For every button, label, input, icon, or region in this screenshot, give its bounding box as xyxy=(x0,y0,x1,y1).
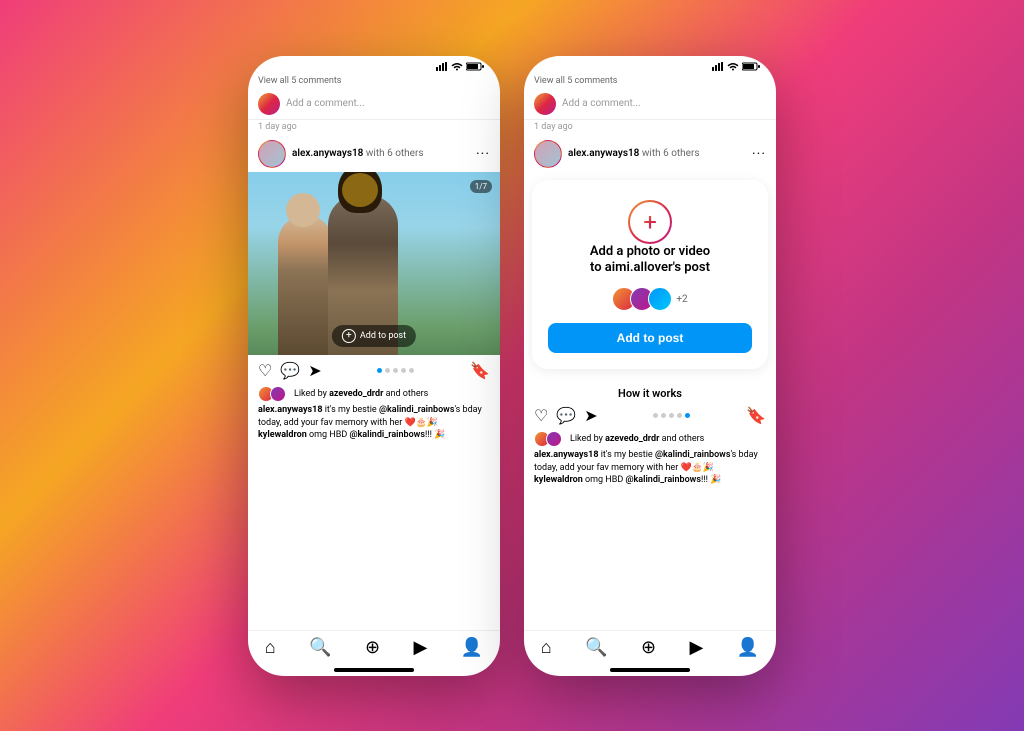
pagination-right xyxy=(598,413,746,418)
battery-icon xyxy=(466,62,484,71)
create-nav-icon-left[interactable]: ⊕ xyxy=(365,637,380,658)
status-icons-right xyxy=(712,62,760,71)
likes-row-left: Liked by azevedo_drdr and others xyxy=(248,386,500,404)
post-username-row-right: alex.anyways18 with 6 others xyxy=(568,148,752,159)
caption-right: alex.anyways18 it's my bestie @kalindi_r… xyxy=(524,449,776,491)
dot-1 xyxy=(377,368,382,373)
add-to-post-plus-icon: + xyxy=(342,329,356,343)
caption-left: alex.anyways18 it's my bestie @kalindi_r… xyxy=(248,404,500,446)
oc-avatar-3 xyxy=(648,287,672,311)
how-it-works-link[interactable]: How it works xyxy=(524,387,776,400)
rdot-2 xyxy=(661,413,666,418)
share-icon-left[interactable]: ➤ xyxy=(308,361,321,380)
post-avatar-left xyxy=(258,140,286,168)
time-ago-left: 1 day ago xyxy=(248,120,500,136)
add-to-post-label: Add to post xyxy=(360,331,406,341)
overlay-card-title: Add a photo or videoto aimi.allover's po… xyxy=(590,244,710,278)
bottom-nav-right: ⌂ 🔍 ⊕ ▶ 👤 xyxy=(524,630,776,668)
likes-text-right: Liked by azevedo_drdr and others xyxy=(570,434,704,444)
person-left xyxy=(278,215,333,355)
rdot-3 xyxy=(669,413,674,418)
status-bar-left xyxy=(248,56,500,73)
profile-nav-icon-left[interactable]: 👤 xyxy=(461,637,483,658)
like-avatar-2-left xyxy=(270,386,286,402)
comment-avatar-left xyxy=(258,93,280,115)
home-indicator-left xyxy=(334,668,414,672)
comment-icon-right[interactable]: 💬 xyxy=(556,406,576,425)
status-icons-left xyxy=(436,62,484,71)
status-bar-right xyxy=(524,56,776,73)
add-to-post-button[interactable]: Add to post xyxy=(548,323,752,353)
profile-nav-icon-right[interactable]: 👤 xyxy=(737,637,759,658)
post-image-left: 1/7 + Add to post xyxy=(248,172,500,356)
overlay-card: + Add a photo or videoto aimi.allover's … xyxy=(532,180,768,370)
dot-2 xyxy=(385,368,390,373)
post-more-left[interactable]: ··· xyxy=(476,146,490,162)
photo-badge-left: 1/7 xyxy=(470,180,492,193)
plus-symbol: + xyxy=(643,210,657,234)
dot-5 xyxy=(409,368,414,373)
reels-nav-icon-left[interactable]: ▶ xyxy=(414,637,428,658)
reels-nav-icon-right[interactable]: ▶ xyxy=(690,637,704,658)
home-nav-icon-right[interactable]: ⌂ xyxy=(541,637,552,658)
post-more-right[interactable]: ··· xyxy=(752,146,766,162)
likes-text-left: Liked by azevedo_drdr and others xyxy=(294,389,428,399)
phones-container: View all 5 comments Add a comment... 1 d… xyxy=(248,56,776,676)
likes-row-right: Liked by azevedo_drdr and others xyxy=(524,431,776,449)
action-bar-left: ♡ 💬 ➤ 🔖 xyxy=(248,355,500,386)
dot-4 xyxy=(401,368,406,373)
overlay-card-avatars: +2 xyxy=(612,287,687,311)
person-left-head xyxy=(286,193,320,227)
comment-bar-right: Add a comment... xyxy=(524,89,776,120)
heart-icon-left[interactable]: ♡ xyxy=(258,361,272,380)
bookmark-icon-left[interactable]: 🔖 xyxy=(470,361,490,380)
rdot-4 xyxy=(677,413,682,418)
wifi-icon-right xyxy=(727,62,739,71)
time-ago-right: 1 day ago xyxy=(524,120,776,136)
home-nav-icon-left[interactable]: ⌂ xyxy=(265,637,276,658)
like-avatar-2-right xyxy=(546,431,562,447)
action-icons-right: ♡ 💬 ➤ xyxy=(534,406,598,425)
post-header-right: alex.anyways18 with 6 others ··· xyxy=(524,136,776,172)
comment-avatar-right xyxy=(534,93,556,115)
comment-placeholder-right[interactable]: Add a comment... xyxy=(562,98,641,109)
view-all-comments-left[interactable]: View all 5 comments xyxy=(248,73,500,89)
battery-icon-right xyxy=(742,62,760,71)
wifi-icon xyxy=(451,62,463,71)
signal-icon-right xyxy=(712,62,724,71)
oc-count: +2 xyxy=(676,294,687,305)
post-username-left[interactable]: alex.anyways18 with 6 others xyxy=(292,148,476,159)
post-username-right[interactable]: alex.anyways18 with 6 others xyxy=(568,148,752,159)
comment-placeholder-left[interactable]: Add a comment... xyxy=(286,98,365,109)
rdot-5 xyxy=(685,413,690,418)
action-icons-left: ♡ 💬 ➤ xyxy=(258,361,322,380)
share-icon-right[interactable]: ➤ xyxy=(584,406,597,425)
post-username-row-left: alex.anyways18 with 6 others xyxy=(292,148,476,159)
home-indicator-right xyxy=(610,668,690,672)
person-right-face xyxy=(342,173,378,207)
post-avatar-right xyxy=(534,140,562,168)
action-bar-right: ♡ 💬 ➤ 🔖 xyxy=(524,400,776,431)
post-header-left: alex.anyways18 with 6 others ··· xyxy=(248,136,500,172)
signal-icon xyxy=(436,62,448,71)
add-to-post-overlay[interactable]: + Add to post xyxy=(332,325,416,347)
dot-3 xyxy=(393,368,398,373)
add-photo-plus-icon: + xyxy=(628,200,672,244)
search-nav-icon-right[interactable]: 🔍 xyxy=(585,637,607,658)
create-nav-icon-right[interactable]: ⊕ xyxy=(641,637,656,658)
left-phone: View all 5 comments Add a comment... 1 d… xyxy=(248,56,500,676)
bottom-nav-left: ⌂ 🔍 ⊕ ▶ 👤 xyxy=(248,630,500,668)
pagination-left xyxy=(322,368,470,373)
comment-bar-left: Add a comment... xyxy=(248,89,500,120)
bookmark-icon-right[interactable]: 🔖 xyxy=(746,406,766,425)
comment-icon-left[interactable]: 💬 xyxy=(280,361,300,380)
right-phone: View all 5 comments Add a comment... 1 d… xyxy=(524,56,776,676)
view-all-comments-right[interactable]: View all 5 comments xyxy=(524,73,776,89)
search-nav-icon-left[interactable]: 🔍 xyxy=(309,637,331,658)
heart-icon-right[interactable]: ♡ xyxy=(534,406,548,425)
rdot-1 xyxy=(653,413,658,418)
